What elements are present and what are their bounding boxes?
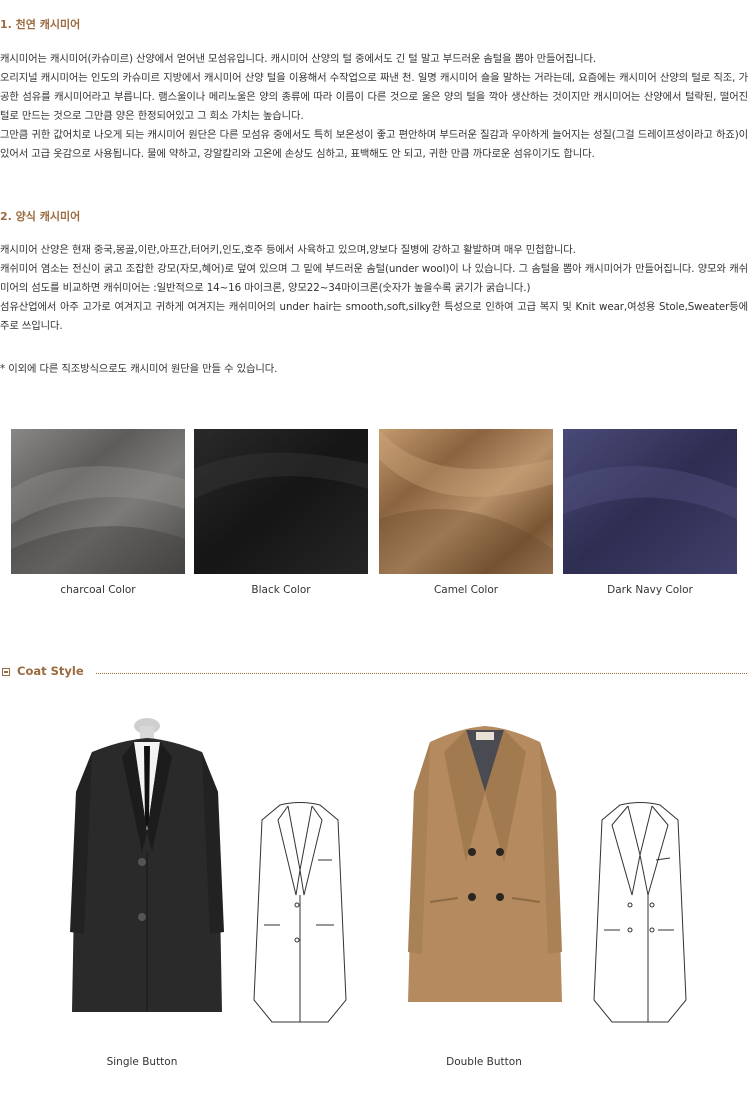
section2-paragraph: 캐시미어 산양은 현재 중국,몽골,이란,아프간,터어키,인도,호주 등에서 사…	[0, 244, 576, 256]
section1-paragraph: 캐시미어는 캐시미어(카슈미르) 산양에서 얻어낸 모섬유입니다. 캐시미어 산…	[0, 53, 597, 65]
single-button-coat-sketch	[253, 802, 347, 1023]
swatch-caption: Black Color	[251, 584, 311, 596]
section2-note: * 이외에 다른 직조방식으로도 캐시미어 원단을 만들 수 있습니다.	[0, 363, 278, 375]
double-button-coat-sketch	[593, 802, 687, 1023]
single-button-coat-photo	[70, 718, 224, 1012]
dotted-divider	[96, 673, 747, 674]
charcoal-fabric-swatch	[11, 429, 185, 574]
section1-paragraph: 그만큼 귀한 값어치로 나오게 되는 캐시미어 원단은 다른 모섬유 중에서도 …	[0, 129, 748, 160]
coat-style-header: Coat Style	[0, 664, 749, 680]
section2-paragraph: 섬유산업에서 아주 고가로 여겨지고 귀하게 여겨지는 캐쉬미어의 under …	[0, 301, 748, 332]
section1-body: 캐시미어는 캐시미어(카슈미르) 산양에서 얻어낸 모섬유입니다. 캐시미어 산…	[0, 50, 748, 164]
coat-style-caption: Single Button	[106, 1056, 178, 1068]
black-fabric-swatch	[194, 429, 368, 574]
coat-style-heading: Coat Style	[17, 664, 84, 678]
swatch-caption: Dark Navy Color	[607, 584, 693, 596]
section-marker-icon	[2, 668, 10, 676]
section-title-natural-cashmere: 1. 천연 캐시미어	[0, 18, 81, 31]
section1-paragraph: 오리지널 캐시미어는 인도의 카슈미르 지방에서 캐시미어 산양 털을 이용해서…	[0, 72, 748, 122]
coat-style-caption: Double Button	[446, 1056, 522, 1068]
swatch-caption: Camel Color	[433, 584, 499, 596]
double-button-coat-photo	[408, 726, 562, 1002]
swatch-caption: charcoal Color	[60, 584, 136, 596]
section-title-farmed-cashmere: 2. 양식 캐시미어	[0, 210, 81, 223]
camel-fabric-swatch	[379, 429, 553, 574]
dark-navy-fabric-swatch	[563, 429, 737, 574]
section2-body: 캐시미어 산양은 현재 중국,몽골,이란,아프간,터어키,인도,호주 등에서 사…	[0, 241, 748, 336]
section2-paragraph: 캐쉬미어 염소는 전신이 굵고 조잡한 강모(자모,혜어)로 덮여 있으며 그 …	[0, 263, 748, 294]
